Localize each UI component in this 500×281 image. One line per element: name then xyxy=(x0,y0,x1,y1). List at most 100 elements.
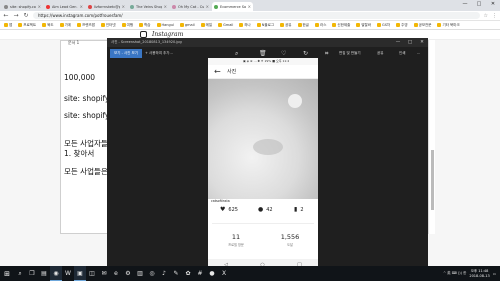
bookmark-item[interactable]: 프로젝트 xyxy=(18,23,36,28)
more-options-button[interactable]: ... xyxy=(417,49,420,58)
tab-favicon-icon xyxy=(130,4,134,9)
profile-visits-label: 프로필 방문 xyxy=(228,243,244,247)
bookmark-item[interactable]: 메일 xyxy=(200,23,212,28)
folder-icon xyxy=(59,23,64,27)
taskbar-explorer-icon[interactable]: ▤ xyxy=(38,266,50,281)
taskbar-paint-icon[interactable]: ✿ xyxy=(182,266,194,281)
taskbar-music-icon[interactable]: ♪ xyxy=(158,266,170,281)
bookmark-item[interactable]: 인터넷 xyxy=(100,23,116,28)
taskbar-taskview-icon[interactable]: ❐ xyxy=(26,266,38,281)
bookmark-item[interactable]: 여행 xyxy=(121,23,133,28)
tray-icons[interactable]: ^ 英 ⌨ ))) 한 xyxy=(443,271,466,276)
taskbar-mail-icon[interactable]: ✉ xyxy=(98,266,110,281)
browser-tab[interactable]: lizforrnsketc@pothwedellsou...× xyxy=(86,2,127,11)
browser-tab[interactable]: Oh My Cat - Curated gifts for...× xyxy=(170,2,211,11)
clock[interactable]: 오후 11:48 2018-08-13 xyxy=(469,269,489,279)
back-icon[interactable]: ← xyxy=(3,12,9,19)
bookmark-item[interactable]: 라스 xyxy=(314,23,326,28)
viewer-maximize-button[interactable]: □ xyxy=(404,38,416,47)
back-arrow-icon[interactable]: ← xyxy=(214,67,221,77)
bookmark-item[interactable]: 공모전문 xyxy=(413,23,431,28)
reach-label: 도달 xyxy=(287,243,293,247)
taskbar-store-icon[interactable]: ◫ xyxy=(86,266,98,281)
tab-close-icon[interactable]: × xyxy=(248,4,251,9)
bookmark-item[interactable]: 가계 xyxy=(59,23,71,28)
bookmark-item[interactable]: GS차 xyxy=(376,23,390,28)
tab-close-icon[interactable]: × xyxy=(206,4,209,9)
favorite-icon[interactable]: ♡ xyxy=(281,49,286,58)
bookmarks-bar: 앱 프로젝트 육도 가계 프렌즈팝 인터넷 여행 학습 Hangul gmail 메일 Gmail 하나… xyxy=(0,21,500,30)
edit-create-button[interactable]: 편집 및 만들기 xyxy=(339,49,361,58)
taskbar-photos-icon[interactable]: ▣ xyxy=(74,266,86,281)
comment-filled-icon: ● xyxy=(258,206,264,213)
document-line: 100,000 xyxy=(64,73,96,82)
taskbar-word-icon[interactable]: W xyxy=(62,266,74,281)
rotate-icon[interactable]: ↻ xyxy=(303,49,308,58)
saves-stat: ▮ 2 xyxy=(294,206,304,213)
viewer-close-button[interactable]: ✕ xyxy=(416,38,428,47)
minimize-button[interactable]: — xyxy=(458,0,472,8)
share-button[interactable]: 공유 xyxy=(377,49,383,58)
page-scrollbar[interactable] xyxy=(428,40,435,234)
taskbar-excel-icon[interactable]: X xyxy=(218,266,230,281)
tab-close-icon[interactable]: × xyxy=(80,4,83,9)
instagram-camera-icon[interactable] xyxy=(140,31,147,38)
bookmark-item[interactable]: 주영 xyxy=(396,23,408,28)
forward-icon[interactable]: → xyxy=(13,12,19,19)
notification-icon[interactable]: ▭ xyxy=(493,272,496,276)
bookmark-item[interactable]: 신한제출 xyxy=(332,23,350,28)
taskbar-chrome-icon[interactable]: ◉ xyxy=(50,266,62,281)
taskbar-notes-icon[interactable]: ✎ xyxy=(170,266,182,281)
close-button[interactable]: ✕ xyxy=(486,0,500,8)
taskbar-search-icon[interactable]: ⌕ xyxy=(14,266,26,281)
browser-tab[interactable]: The Veins Shop × xyxy=(128,2,169,11)
add-to-button[interactable]: + 사용하여 추가... xyxy=(145,49,173,58)
browser-tab[interactable]: site: shopify.com "sell" - Goo...× xyxy=(2,2,43,11)
tab-label: lizforrnsketc@pothwedellsou... xyxy=(94,4,120,9)
bookmark-item[interactable]: 하나 xyxy=(239,23,251,28)
reload-icon[interactable]: ↻ xyxy=(23,12,29,19)
taskbar-calc-icon[interactable]: # xyxy=(194,266,206,281)
folder-icon xyxy=(280,23,285,27)
url-input[interactable]: https://www.instagram.com/potfrouesfam/ xyxy=(33,12,480,19)
bookmark-item[interactable]: 기타 북마크 xyxy=(437,23,460,28)
bookmark-item[interactable]: Hangul xyxy=(156,23,174,27)
bookmark-item[interactable]: 육도 xyxy=(42,23,54,28)
bookmark-star-icon[interactable]: ☆ xyxy=(484,13,488,19)
bookmark-item[interactable]: 한글 xyxy=(297,23,309,28)
maximize-button[interactable]: □ xyxy=(472,0,486,8)
instagram-logo[interactable]: Instagram xyxy=(152,31,183,38)
document-line: site: shopify. xyxy=(64,111,111,120)
bookmark-item[interactable]: gmail xyxy=(179,23,195,27)
taskbar-settings-icon[interactable]: ⚙ xyxy=(122,266,134,281)
print-button[interactable]: 인쇄 xyxy=(399,49,405,58)
folder-icon xyxy=(256,23,261,27)
tab-close-icon[interactable]: × xyxy=(122,4,125,9)
delete-icon[interactable]: 🗑 xyxy=(259,49,267,58)
bookmark-item[interactable]: 발랄바 xyxy=(356,23,371,28)
taskbar-kakao-icon[interactable]: ● xyxy=(206,266,218,281)
viewer-minimize-button[interactable]: — xyxy=(392,38,404,47)
crop-icon[interactable]: ⌗ xyxy=(325,49,328,58)
browser-tab-active[interactable]: Ecommerce Software - Best E...× xyxy=(212,2,253,11)
tab-label: Oh My Cat - Curated gifts for... xyxy=(178,4,204,9)
start-button[interactable]: ⊞ xyxy=(0,266,14,281)
bookmark-item[interactable]: 앱 xyxy=(4,23,12,28)
menu-dots-icon[interactable]: ⋮ xyxy=(492,13,497,19)
bookmark-item[interactable]: 학습 xyxy=(139,23,151,28)
taskbar-edge-icon[interactable]: e xyxy=(110,266,122,281)
tab-label: site: shopify.com "sell" - Goo... xyxy=(10,4,36,9)
view-all-photos-button[interactable]: 보기 - 사진 보기 xyxy=(110,49,142,58)
taskbar-camera-icon[interactable]: ◎ xyxy=(146,266,158,281)
taskbar-files-icon[interactable]: ▥ xyxy=(134,266,146,281)
bookmark-item[interactable]: N블로그 xyxy=(256,23,274,28)
tab-favicon-icon xyxy=(4,4,8,9)
tab-close-icon[interactable]: × xyxy=(164,4,167,9)
browser-tab[interactable]: Aim Lead Gen - Gil Tuckes...× xyxy=(44,2,85,11)
zoom-in-icon[interactable]: ⌕ xyxy=(235,49,238,58)
bookmark-item[interactable]: Gmail xyxy=(218,23,233,27)
tab-close-icon[interactable]: × xyxy=(38,4,41,9)
bookmark-item[interactable]: 프렌즈팝 xyxy=(77,23,95,28)
scrollbar-thumb[interactable] xyxy=(431,150,434,210)
bookmark-item[interactable]: 공유 xyxy=(280,23,292,28)
